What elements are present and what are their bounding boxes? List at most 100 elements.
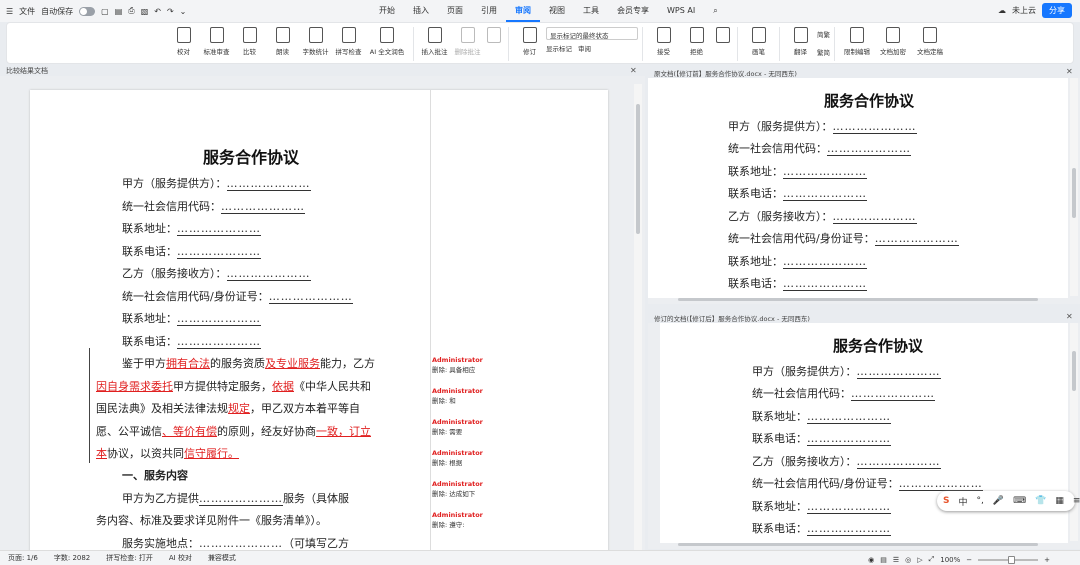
tab-member[interactable]: 会员专享 [608,0,658,22]
scroll-thumb[interactable] [1072,168,1076,218]
microphone-icon[interactable]: 🎤 [993,496,1004,506]
compare-button[interactable]: 比较 [233,23,266,56]
fit-page-icon[interactable]: ⤢ [929,555,935,564]
original-line[interactable]: 联系地址：………………… [728,253,867,269]
tab-review[interactable]: 审阅 [506,0,540,22]
ime-logo-icon[interactable]: S [943,496,949,506]
play-icon[interactable]: ▷ [917,556,922,564]
scroll-thumb[interactable] [1072,351,1076,391]
delete-comment-button[interactable]: 删除批注 [451,23,484,56]
ai-proofread-status[interactable]: AI 校对 [161,553,200,563]
pen-button[interactable]: 画笔 [742,23,775,56]
prev-change-button[interactable] [713,23,733,46]
accept-button[interactable]: 接受 [647,23,680,56]
original-line[interactable]: 联系电话：………………… [728,275,867,291]
revised-line[interactable]: 统一社会信用代码/身份证号：………………… [752,475,983,491]
cloud-status[interactable]: 未上云 [1012,5,1036,16]
revised-horizontal-scrollbar[interactable] [678,543,1038,546]
original-line[interactable]: 联系地址：………………… [728,163,867,179]
prev-comment-button[interactable] [484,23,504,46]
revised-line[interactable]: 联系电话：………………… [752,520,891,536]
page-indicator[interactable]: 页面: 1/6 [0,553,46,563]
spell-check-status[interactable]: 拼写检查: 打开 [98,553,161,563]
zoom-slider[interactable] [978,555,1039,564]
autosave-toggle[interactable] [79,6,96,16]
zoom-out-icon[interactable]: − [966,556,972,564]
file-menu[interactable]: 文件 [19,6,35,17]
tab-references[interactable]: 引用 [472,0,506,22]
address-line[interactable]: 联系地址：………………… [122,220,261,236]
display-mode-select[interactable]: 显示标记的最终状态 [546,27,638,40]
ime-punctuation-icon[interactable]: °, [977,496,984,506]
revised-line[interactable]: 联系地址：………………… [752,408,891,424]
cloud-icon[interactable]: ☁ [998,6,1006,15]
encrypt-document-button[interactable]: 文档加密 [875,23,911,56]
tab-view[interactable]: 视图 [540,0,574,22]
save-icon[interactable]: ▢ [101,7,109,16]
track-changes-button[interactable]: 修订 [513,23,546,56]
review-pane-dropdown[interactable]: 审阅 [578,43,591,53]
zoom-slider-thumb[interactable] [1008,555,1016,564]
insert-comment-button[interactable]: 插入批注 [418,23,451,56]
phone2-line[interactable]: 联系电话：………………… [122,333,261,349]
preamble-line-4[interactable]: 愿、公平诚信、等价有偿的原则，经友好协商一致，订立 [96,423,371,439]
ime-chinese-mode[interactable]: 中 [958,495,967,508]
original-line[interactable]: 联系电话：………………… [728,185,867,201]
ai-polish-button[interactable]: AI 全文润色 [365,23,409,56]
revision-balloon[interactable]: Administrator 删除: 具备相应 [432,356,483,374]
original-horizontal-scrollbar[interactable] [678,298,1038,301]
scroll-thumb[interactable] [636,104,640,234]
word-count[interactable]: 字数: 2082 [46,553,98,563]
read-aloud-button[interactable]: 朗读 [266,23,299,56]
web-view-icon[interactable]: ◎ [905,556,911,564]
restrict-editing-button[interactable]: 限制编辑 [839,23,875,56]
party-a-line[interactable]: 甲方（服务提供方）：………………… [122,175,311,191]
tab-page[interactable]: 页面 [438,0,472,22]
toolbox-icon[interactable]: ▦ [1055,496,1064,506]
redo-icon[interactable]: ↷ [167,7,174,16]
print-preview-icon[interactable]: ▧ [141,7,149,16]
original-line[interactable]: 乙方（服务接收方）：………………… [728,208,917,224]
ime-menu-icon[interactable]: ≡ [1073,496,1080,506]
revised-line[interactable]: 联系地址：………………… [752,498,891,514]
spell-check-button[interactable]: 拼写检查 [332,23,365,56]
share-button[interactable]: 分享 [1042,3,1072,18]
preamble-line-1[interactable]: 鉴于甲方拥有合法的服务资质及专业服务能力，乙方 [122,355,375,371]
print-icon[interactable]: ⎙ [128,6,134,16]
original-line[interactable]: 统一社会信用代码/身份证号：………………… [728,230,959,246]
service-line-1[interactable]: 甲方为乙方提供…………………服务（具体服 [122,490,349,506]
phone-line[interactable]: 联系电话：………………… [122,243,261,259]
standard-review-button[interactable]: 标准审查 [200,23,233,56]
service-line-3[interactable]: 服务实施地点：…………………（可填写乙方 [122,535,349,551]
revision-balloon[interactable]: Administrator 删除: 和 [432,387,483,405]
trad-to-simp-button[interactable]: 繁简 [817,47,830,57]
eye-protect-icon[interactable]: ◉ [868,556,874,564]
undo-icon[interactable]: ↶ [154,7,161,16]
translate-button[interactable]: 翻译 [784,23,817,56]
address2-line[interactable]: 联系地址：………………… [122,310,261,326]
show-markup-dropdown[interactable]: 显示标记 [546,43,572,53]
finalize-document-button[interactable]: 文档定稿 [911,23,949,56]
export-pdf-icon[interactable]: ▤ [115,7,123,16]
search-icon[interactable]: ⌕ [704,0,726,22]
revised-line[interactable]: 联系电话：………………… [752,430,891,446]
preamble-line-5[interactable]: 本协议，以资共同信守履行。 [96,445,239,461]
revised-line[interactable]: 统一社会信用代码：………………… [752,385,935,401]
section-1-heading[interactable]: 一、服务内容 [122,467,188,483]
keyboard-icon[interactable]: ⌨ [1013,496,1026,506]
zoom-in-icon[interactable]: + [1044,556,1050,564]
credit-code-line[interactable]: 统一社会信用代码：………………… [122,198,305,214]
tab-insert[interactable]: 插入 [404,0,438,22]
party-b-line[interactable]: 乙方（服务接收方）：………………… [122,265,311,281]
reject-button[interactable]: 拒绝 [680,23,713,56]
tab-home[interactable]: 开始 [370,0,404,22]
service-line-2[interactable]: 务内容、标准及要求详见附件一《服务清单》）。 [96,512,327,528]
left-vertical-scrollbar[interactable] [634,84,642,550]
revised-line[interactable]: 甲方（服务提供方）：………………… [752,363,941,379]
preamble-line-3[interactable]: 国民法典》及相关法律法规规定，甲乙双方本着平等自 [96,400,360,416]
page-view-icon[interactable]: ▤ [880,556,887,564]
close-icon[interactable]: ✕ [1066,67,1073,76]
simp-to-trad-button[interactable]: 简繁 [817,29,830,39]
original-line[interactable]: 统一社会信用代码：………………… [728,140,911,156]
proofread-button[interactable]: 校对 [167,23,200,56]
